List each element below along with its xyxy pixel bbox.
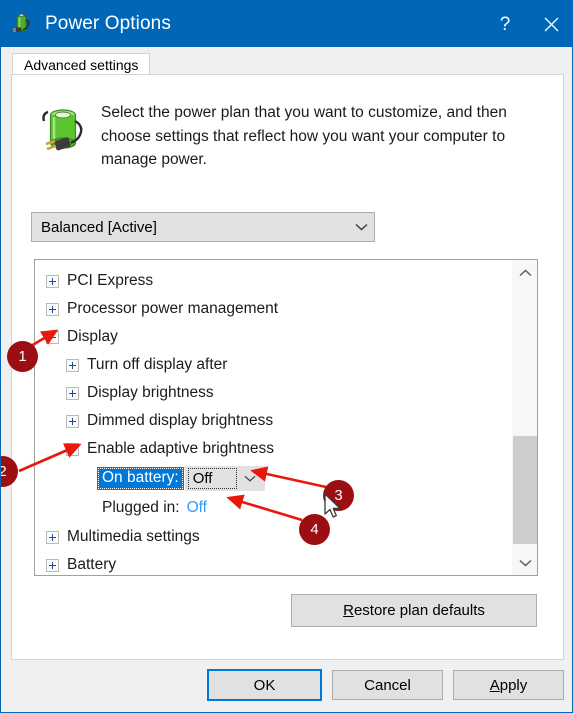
tree-item-label: Enable adaptive brightness bbox=[87, 440, 274, 457]
header-row: Select the power plan that you want to c… bbox=[39, 101, 539, 172]
restore-accel-letter: R bbox=[343, 602, 354, 619]
tree-item-label: Multimedia settings bbox=[67, 528, 200, 545]
tree-item-label: Display brightness bbox=[87, 384, 214, 401]
power-plan-select-value: Balanced [Active] bbox=[41, 218, 157, 236]
help-button[interactable]: ? bbox=[482, 1, 528, 47]
restore-plan-defaults-button[interactable]: Restore plan defaults bbox=[291, 594, 537, 627]
scroll-up-button[interactable] bbox=[512, 260, 537, 285]
tree-item-multimedia-settings[interactable]: Multimedia settings bbox=[35, 523, 511, 551]
expander-minus-icon[interactable] bbox=[66, 442, 79, 456]
ok-label: OK bbox=[253, 676, 276, 694]
scroll-down-button[interactable] bbox=[512, 550, 537, 575]
on-battery-select[interactable]: Off bbox=[184, 465, 265, 491]
power-plan-battery-icon bbox=[11, 13, 33, 35]
expander-plus-icon[interactable] bbox=[66, 358, 79, 372]
settings-tree: PCI Express Processor power management D… bbox=[35, 260, 511, 575]
restore-label-rest: estore plan defaults bbox=[353, 602, 485, 619]
tree-item-display[interactable]: Display bbox=[35, 323, 511, 351]
title-bar: Power Options ? bbox=[1, 1, 572, 47]
on-battery-select-value: Off bbox=[187, 467, 237, 489]
tree-item-processor-power-management[interactable]: Processor power management bbox=[35, 295, 511, 323]
chevron-down-icon bbox=[348, 223, 374, 231]
tab-strip: Advanced settings bbox=[2, 47, 572, 75]
cancel-button[interactable]: Cancel bbox=[332, 670, 443, 700]
header-description: Select the power plan that you want to c… bbox=[101, 104, 507, 169]
expander-minus-icon[interactable] bbox=[46, 330, 59, 344]
chevron-down-icon bbox=[518, 559, 532, 567]
window-title: Power Options bbox=[45, 13, 171, 34]
plugged-in-value[interactable]: Off bbox=[187, 499, 207, 517]
expander-plus-icon[interactable] bbox=[66, 414, 79, 428]
advanced-settings-list[interactable]: PCI Express Processor power management D… bbox=[34, 259, 538, 576]
tree-item-label: Turn off display after bbox=[87, 356, 228, 373]
apply-button[interactable]: Apply bbox=[453, 670, 564, 700]
vertical-scrollbar[interactable] bbox=[511, 260, 537, 575]
close-button[interactable] bbox=[528, 1, 572, 47]
tree-item-label: Display bbox=[67, 328, 118, 345]
close-icon bbox=[544, 17, 558, 31]
expander-plus-icon[interactable] bbox=[66, 386, 79, 400]
tree-item-label: PCI Express bbox=[67, 272, 154, 289]
tab-advanced-settings[interactable]: Advanced settings bbox=[12, 53, 151, 75]
tree-item-turn-off-display-after[interactable]: Turn off display after bbox=[35, 351, 511, 379]
tree-item-display-brightness[interactable]: Display brightness bbox=[35, 379, 511, 407]
annotation-badge-1: 1 bbox=[7, 341, 38, 372]
expander-plus-icon[interactable] bbox=[46, 558, 59, 572]
expander-plus-icon[interactable] bbox=[46, 530, 59, 544]
tree-item-label: Battery bbox=[67, 556, 117, 573]
scrollbar-thumb[interactable] bbox=[513, 436, 537, 544]
tree-item-pci-express[interactable]: PCI Express bbox=[35, 267, 511, 295]
power-plan-select[interactable]: Balanced [Active] bbox=[31, 212, 375, 242]
expander-plus-icon[interactable] bbox=[46, 302, 59, 316]
plugged-in-label: Plugged in: bbox=[102, 499, 180, 516]
tree-item-dimmed-display-brightness[interactable]: Dimmed display brightness bbox=[35, 407, 511, 435]
help-icon: ? bbox=[499, 13, 511, 35]
expander-plus-icon[interactable] bbox=[46, 274, 59, 288]
on-battery-label: On battery: bbox=[97, 466, 184, 490]
tree-item-battery[interactable]: Battery bbox=[35, 551, 511, 575]
apply-accel-letter: A bbox=[489, 676, 500, 694]
ok-button[interactable]: OK bbox=[207, 669, 322, 701]
setting-row-on-battery: On battery: Off bbox=[35, 463, 511, 493]
cancel-label: Cancel bbox=[364, 676, 411, 694]
tree-item-label: Dimmed display brightness bbox=[87, 412, 274, 429]
tree-item-label: Processor power management bbox=[67, 300, 279, 317]
tree-item-enable-adaptive-brightness[interactable]: Enable adaptive brightness bbox=[35, 435, 511, 463]
setting-row-plugged-in: Plugged in: Off bbox=[35, 493, 511, 523]
power-plan-battery-icon bbox=[39, 103, 91, 161]
power-options-dialog: Power Options ? Advanced settings Select… bbox=[0, 0, 573, 713]
chevron-down-icon[interactable] bbox=[237, 475, 264, 482]
mouse-cursor bbox=[324, 493, 341, 518]
apply-label-rest: pply bbox=[499, 676, 528, 694]
chevron-up-icon bbox=[518, 268, 532, 276]
